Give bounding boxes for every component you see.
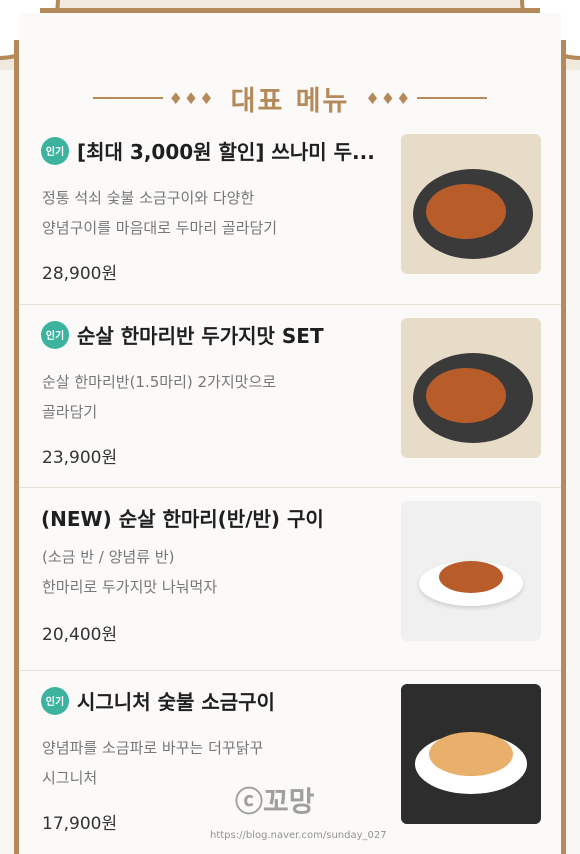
menu-item-description-line1: 정통 석쇠 숯불 소금구이와 다양한 xyxy=(42,189,255,207)
menu-item[interactable]: 인기 [최대 3,000원 할인] 쓰나미 두... 정통 석쇠 숯불 소금구이… xyxy=(19,121,561,304)
menu-item-photo xyxy=(401,318,541,458)
menu-item-title-row: (NEW) 순살 한마리(반/반) 구이 xyxy=(41,503,391,532)
menu-item-description-line2: 한마리로 두가지맛 나눠먹자 xyxy=(42,578,218,596)
menu-item[interactable]: (NEW) 순살 한마리(반/반) 구이 (소금 반 / 양념류 반) 한마리로… xyxy=(19,487,561,670)
menu-item-title-row: 인기 순살 한마리반 두가지맛 SET xyxy=(41,320,391,349)
section-header: ♦♦♦ 대표 메뉴 ♦♦♦ xyxy=(19,73,561,123)
menu-item-name: [최대 3,000원 할인] 쓰나미 두... xyxy=(77,140,375,164)
menu-item-title-row: 인기 시그니처 숯불 소금구이 xyxy=(41,686,391,715)
menu-item-description-line2: 시그니처 xyxy=(42,769,98,787)
header-ornament-right: ♦♦♦ xyxy=(365,88,412,108)
menu-item-photo xyxy=(401,684,541,824)
menu-item-name: 시그니처 숯불 소금구이 xyxy=(77,690,275,714)
food-shape xyxy=(429,732,513,776)
watermark-url: https://blog.naver.com/sunday_027 xyxy=(210,830,387,841)
menu-item-description-line2: 양념구이를 마음대로 두마리 골라담기 xyxy=(42,219,278,237)
menu-item-photo xyxy=(401,501,541,641)
header-line-right xyxy=(417,97,488,99)
page-frame: ♦♦♦ 대표 메뉴 ♦♦♦ 인기 [최대 3,000원 할인] 쓰나미 두...… xyxy=(0,0,580,854)
menu-item-price: 20,400원 xyxy=(42,625,118,645)
menu-item-price: 17,900원 xyxy=(42,814,118,834)
header-line-left xyxy=(92,97,163,99)
menu-item-description-line1: 순살 한마리반(1.5마리) 2가지맛으로 xyxy=(42,373,277,391)
menu-item-price: 28,900원 xyxy=(42,264,118,284)
food-shape xyxy=(439,561,503,593)
section-title: 대표 메뉴 xyxy=(230,85,350,117)
menu-item-description-line1: (소금 반 / 양념류 반) xyxy=(42,548,175,566)
menu-item-photo xyxy=(401,134,541,274)
menu-item-name: 순살 한마리반 두가지맛 SET xyxy=(77,324,324,348)
popular-badge: 인기 xyxy=(41,686,69,715)
popular-badge: 인기 xyxy=(41,320,69,349)
food-shape xyxy=(426,368,506,423)
watermark: ⓒ꼬망 xyxy=(235,785,315,818)
food-shape xyxy=(426,184,506,239)
header-ornament-left: ♦♦♦ xyxy=(168,88,215,108)
frame-border-right xyxy=(561,40,566,854)
menu-item-description-line1: 양념파를 소금파로 바꾸는 더꾸닭꾸 xyxy=(42,739,264,757)
menu-item-description-line2: 골라담기 xyxy=(42,403,98,421)
menu-item-title-row: 인기 [최대 3,000원 할인] 쓰나미 두... xyxy=(41,136,391,165)
menu-item-name: (NEW) 순살 한마리(반/반) 구이 xyxy=(41,507,324,531)
menu-item[interactable]: 인기 시그니처 숯불 소금구이 양념파를 소금파로 바꾸는 더꾸닭꾸 시그니처 … xyxy=(19,670,561,853)
menu-item-price: 23,900원 xyxy=(42,448,118,468)
popular-badge: 인기 xyxy=(41,136,69,165)
menu-panel: ♦♦♦ 대표 메뉴 ♦♦♦ 인기 [최대 3,000원 할인] 쓰나미 두...… xyxy=(19,13,561,854)
menu-item[interactable]: 인기 순살 한마리반 두가지맛 SET 순살 한마리반(1.5마리) 2가지맛으… xyxy=(19,304,561,487)
